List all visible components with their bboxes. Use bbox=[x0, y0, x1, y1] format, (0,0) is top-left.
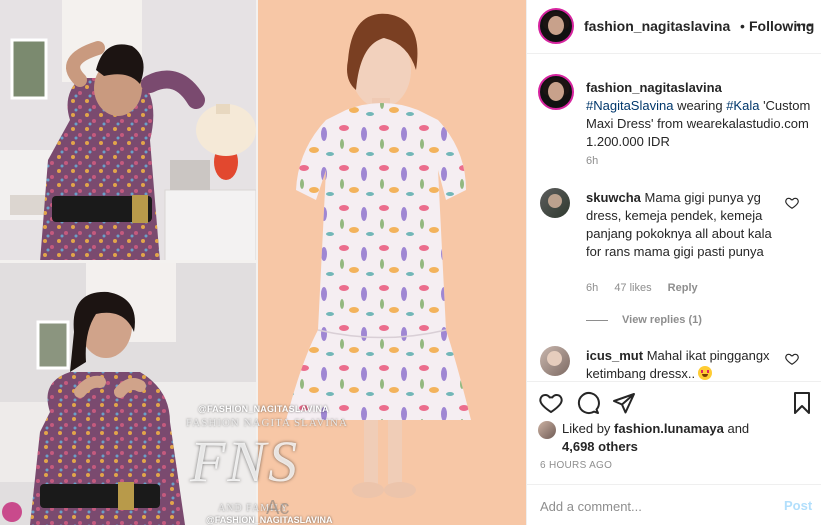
comment-input[interactable] bbox=[540, 496, 770, 516]
photo-top-left bbox=[0, 0, 256, 262]
post-actions-bar bbox=[527, 381, 821, 421]
post-timestamp[interactable]: 6 HOURS AGO bbox=[540, 460, 612, 471]
comment-text: icus_mut Mahal ikat pinggangx ketimbang … bbox=[586, 347, 786, 380]
more-options-icon[interactable]: ⋯ bbox=[795, 14, 813, 36]
hashtag-kala[interactable]: #Kala bbox=[726, 98, 759, 113]
comment-username[interactable]: skuwcha bbox=[586, 190, 641, 205]
comment-likes[interactable]: 47 likes bbox=[614, 282, 651, 294]
caption-username[interactable]: fashion_nagitaslavina bbox=[586, 80, 722, 95]
liker-username[interactable]: fashion.lunamaya bbox=[614, 421, 724, 436]
caption-avatar[interactable] bbox=[538, 74, 574, 110]
caption-body-1: wearing bbox=[673, 98, 727, 113]
author-avatar[interactable] bbox=[538, 8, 574, 44]
os-activation-watermark: Ac bbox=[266, 497, 290, 519]
view-replies-line bbox=[586, 320, 608, 321]
comment-username[interactable]: icus_mut bbox=[586, 348, 643, 363]
bookmark-icon[interactable] bbox=[790, 391, 814, 415]
caption-text: fashion_nagitaslavina #NagitaSlavina wea… bbox=[586, 79, 816, 151]
comment-meta: 6h 47 likes Reply bbox=[586, 282, 711, 294]
add-comment-bar: Post bbox=[527, 484, 821, 525]
likes-prefix: Liked by bbox=[562, 421, 615, 436]
watermark-handle: @FASHION_NAGITASLAVINA bbox=[198, 404, 329, 414]
post-details-panel: fashion_nagitaslavina • Following ⋯ fash… bbox=[526, 0, 821, 525]
share-icon[interactable] bbox=[612, 391, 636, 415]
photo-top-left-illustration bbox=[0, 0, 256, 262]
view-replies-button[interactable]: View replies (1) bbox=[622, 314, 702, 326]
likes-text: Liked by fashion.lunamaya and 4,698 othe… bbox=[562, 420, 812, 456]
comments-section[interactable]: fashion_nagitaslavina #NagitaSlavina wea… bbox=[527, 55, 821, 380]
post-header: fashion_nagitaslavina • Following ⋯ bbox=[527, 0, 821, 54]
author-username[interactable]: fashion_nagitaslavina bbox=[584, 18, 730, 34]
heart-eyes-emoji-icon bbox=[698, 366, 713, 380]
comment-like-heart-icon[interactable] bbox=[785, 352, 799, 366]
reply-button[interactable]: Reply bbox=[668, 282, 698, 294]
watermark-monogram: FNS bbox=[190, 429, 300, 494]
post-media[interactable]: @FASHION_NAGITASLAVINA FASHION NAGITA SL… bbox=[0, 0, 526, 525]
post-comment-button[interactable]: Post bbox=[784, 498, 812, 513]
comment-avatar[interactable] bbox=[540, 346, 570, 376]
header-separator: • bbox=[740, 18, 745, 34]
comment-icon[interactable] bbox=[576, 391, 600, 415]
comment-avatar[interactable] bbox=[540, 188, 570, 218]
collage-divider-horizontal bbox=[0, 260, 256, 263]
likes-others[interactable]: 4,698 others bbox=[562, 439, 638, 454]
hashtag-nagitaslavina[interactable]: #NagitaSlavina bbox=[586, 98, 673, 113]
caption-time: 6h bbox=[586, 155, 599, 167]
comment-time: 6h bbox=[586, 282, 599, 294]
liker-avatar[interactable] bbox=[538, 421, 556, 439]
likes-middle: and bbox=[723, 421, 750, 436]
comment-text: skuwcha Mama gigi punya yg dress, kemeja… bbox=[586, 189, 786, 261]
comment-like-heart-icon[interactable] bbox=[785, 196, 799, 210]
heart-icon[interactable] bbox=[539, 391, 563, 415]
